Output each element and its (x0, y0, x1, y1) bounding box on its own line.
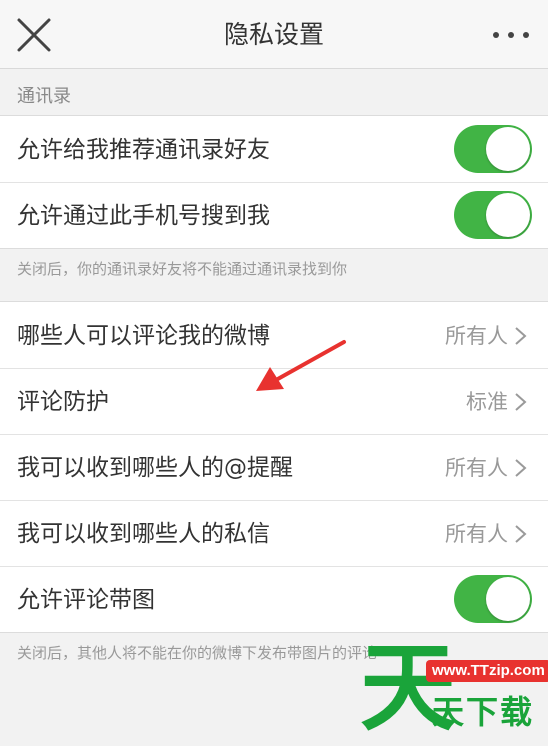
image-comments-note: 关闭后，其他人将不能在你的微博下发布带图片的评论 (17, 644, 378, 662)
setting-label: 允许评论带图 (17, 587, 155, 613)
more-icon[interactable] (490, 20, 532, 50)
chevron-right-icon (515, 327, 527, 345)
toggle-knob (486, 193, 530, 237)
setting-value: 标准 (466, 390, 508, 414)
chevron-right-icon (515, 525, 527, 543)
section-title: 通讯录 (17, 86, 71, 107)
setting-label: 哪些人可以评论我的微博 (17, 323, 270, 349)
image-comments-toggle[interactable] (454, 575, 532, 623)
chevron-right-icon (515, 459, 527, 477)
toggle-knob (486, 577, 530, 621)
setting-row-image-comments[interactable]: 允许评论带图 (0, 566, 548, 632)
setting-row-mention-permission[interactable]: 我可以收到哪些人的@提醒 所有人 (0, 434, 548, 500)
recommend-contacts-toggle[interactable] (454, 125, 532, 173)
setting-row-find-by-phone[interactable]: 允许通过此手机号搜到我 (0, 182, 548, 248)
setting-label: 评论防护 (17, 389, 109, 415)
section-header-contacts: 通讯录 (0, 69, 548, 115)
setting-label: 允许给我推荐通讯录好友 (17, 137, 270, 163)
contacts-settings-group: 允许给我推荐通讯录好友 允许通过此手机号搜到我 (0, 115, 548, 249)
setting-value: 所有人 (445, 456, 508, 480)
setting-value: 所有人 (445, 522, 508, 546)
annotation-arrow-icon (256, 340, 346, 391)
contacts-note: 关闭后，你的通讯录好友将不能通过通讯录找到你 (17, 260, 348, 278)
toggle-knob (486, 127, 530, 171)
setting-value: 所有人 (445, 324, 508, 348)
page-title: 隐私设置 (223, 20, 324, 49)
chevron-right-icon (515, 393, 527, 411)
watermark-url: www.TTzip.com (426, 660, 548, 682)
setting-label: 我可以收到哪些人的私信 (17, 521, 270, 547)
site-watermark: 天 www.TTzip.com 天下载 (360, 636, 548, 744)
setting-label: 我可以收到哪些人的@提醒 (17, 455, 293, 481)
top-navigation-bar: 隐私设置 (0, 0, 548, 69)
setting-row-recommend-contacts[interactable]: 允许给我推荐通讯录好友 (0, 116, 548, 182)
watermark-text: 天下载 (432, 693, 535, 731)
find-by-phone-toggle[interactable] (454, 191, 532, 239)
setting-row-message-permission[interactable]: 我可以收到哪些人的私信 所有人 (0, 500, 548, 566)
setting-label: 允许通过此手机号搜到我 (17, 203, 270, 229)
